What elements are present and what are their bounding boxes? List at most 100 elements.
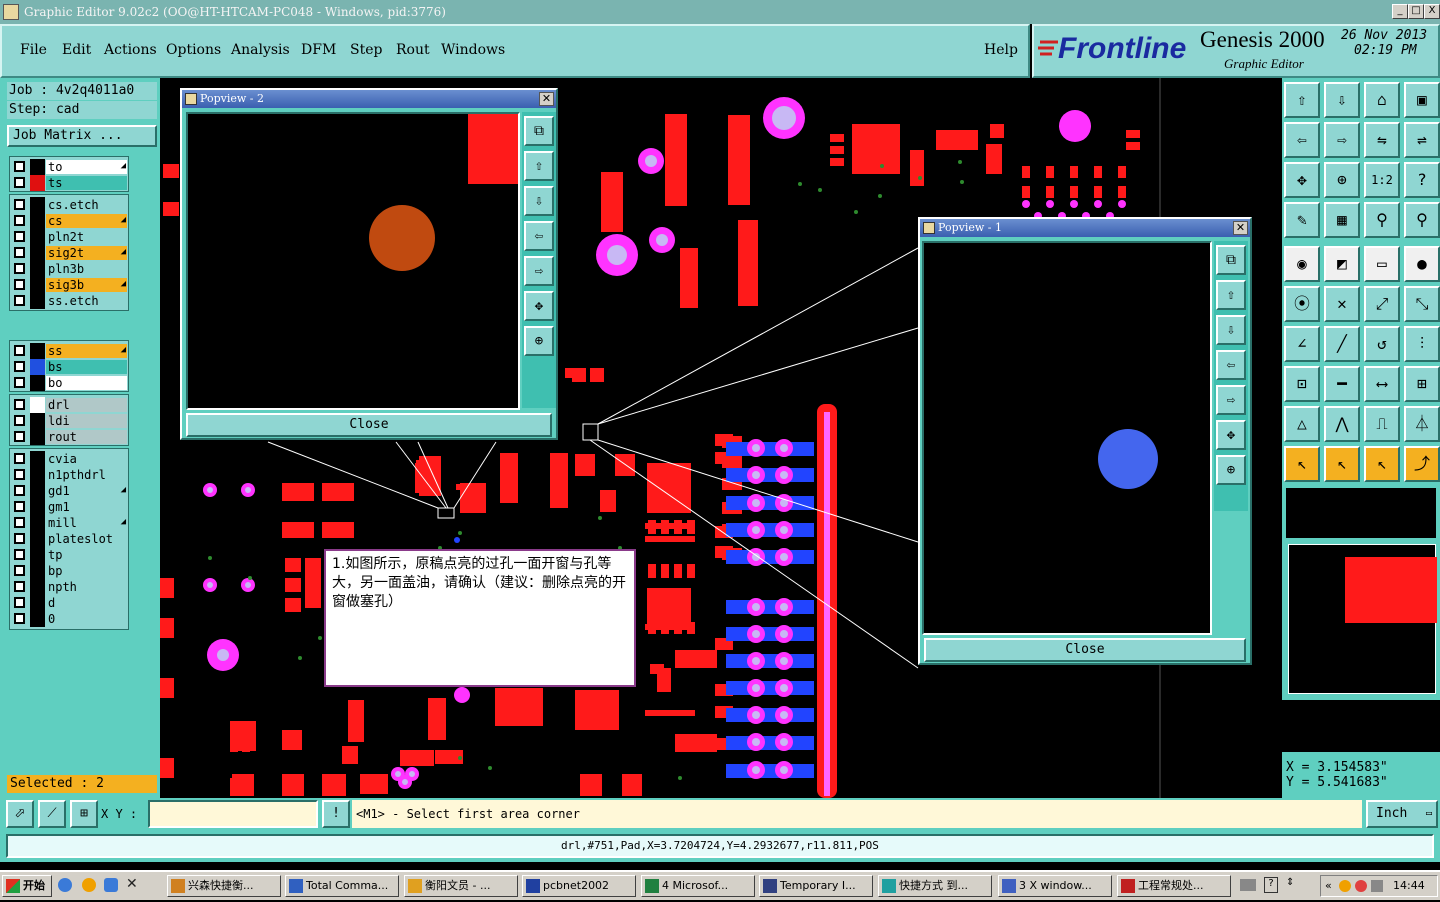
layer-row-d[interactable]: d [10,595,130,611]
layer-color-swatch[interactable] [30,413,45,429]
zoom-ratio-icon[interactable]: 1:2 [1364,162,1400,198]
layer-color-swatch[interactable] [30,197,45,213]
pan-up-icon[interactable]: ⇧ [1284,82,1320,118]
layer-row-plateslot[interactable]: plateslot [10,531,130,547]
layer-checkbox[interactable] [14,613,25,624]
layer-row-mill[interactable]: mill ◢ [10,515,130,531]
bar-icon[interactable]: ━ [1324,366,1360,402]
layer-name[interactable]: pln2t [46,230,127,244]
taskbar-item[interactable]: 3 X window... [998,875,1112,897]
layer-row-ldi[interactable]: ldi [10,413,130,429]
circle-icon[interactable]: ● [1404,246,1440,282]
layer-name[interactable]: ss.etch [46,294,127,308]
feature-icon[interactable]: ◩ [1324,246,1360,282]
layer-checkbox[interactable] [14,247,25,258]
tray-app-icon[interactable] [1339,880,1351,892]
layer-name[interactable]: gd1 [46,484,127,498]
draw-tool-icon[interactable]: ✎ [1284,202,1320,238]
layer-checkbox[interactable] [14,485,25,496]
layer-row-bp[interactable]: bp [10,563,130,579]
layer-color-swatch[interactable] [30,563,45,579]
layer-row-ts[interactable]: ts [10,175,130,191]
taskbar-item[interactable]: 4 Microsof... [641,875,755,897]
snap-icon[interactable]: ⬀ [6,800,34,828]
pan-up-icon[interactable]: ⇧ [524,151,554,181]
redo-view-icon[interactable]: ⇌ [1404,122,1440,158]
select-pointer-icon[interactable]: ↖ [1284,446,1320,482]
layer-checkbox[interactable] [14,549,25,560]
maximize-button[interactable]: □ [1408,4,1424,19]
pan-down-icon[interactable]: ⇩ [1216,315,1246,345]
layer-name[interactable]: cs.etch [46,198,127,212]
bridge-icon[interactable]: ⏃ [1404,406,1440,442]
alert-icon[interactable]: ! [322,800,350,828]
layer-name[interactable]: 0 [46,612,127,626]
pan-left-icon[interactable]: ⇦ [524,221,554,251]
layer-checkbox[interactable] [14,517,25,528]
menu-analysis[interactable]: Analysis [231,42,290,58]
layer-color-swatch[interactable] [30,359,45,375]
menu-edit[interactable]: Edit [62,42,91,58]
layer-name[interactable]: bo [46,376,127,390]
layer-checkbox[interactable] [14,453,25,464]
zoom-in-icon[interactable]: ✥ [1216,420,1246,450]
layer-filter-icon[interactable]: ⚲ [1364,202,1400,238]
layer-name[interactable]: mill [46,516,127,530]
layer-name[interactable]: drl [46,398,127,412]
layer-row-bo[interactable]: bo [10,375,130,391]
tray-antivirus-icon[interactable] [1355,880,1367,892]
layer-color-swatch[interactable] [30,451,45,467]
layer-name[interactable]: npth [46,580,127,594]
layer-color-swatch[interactable] [30,175,45,191]
keyboard-icon[interactable] [1240,879,1256,891]
layer-name[interactable]: bp [46,564,127,578]
layer-color-swatch[interactable] [30,429,45,445]
layer-color-swatch[interactable] [30,213,45,229]
layer-name[interactable]: to [46,160,127,174]
menu-windows[interactable]: Windows [441,42,505,58]
layer-color-swatch[interactable] [30,343,45,359]
taskbar-item[interactable]: 衡阳文员 - ... [404,875,518,897]
taskbar-item[interactable]: 工程常规处... [1117,875,1231,897]
pan-right-icon[interactable]: ⇨ [1324,122,1360,158]
layer-row-pln2t[interactable]: pln2t [10,229,130,245]
layer-name[interactable]: cs [46,214,127,228]
pan-left-icon[interactable]: ⇦ [1284,122,1320,158]
angle-icon[interactable]: ∠ [1284,326,1320,362]
layer-color-swatch[interactable] [30,277,45,293]
line-icon[interactable]: ╱ [1324,326,1360,362]
layer-color-swatch[interactable] [30,547,45,563]
pad-icon[interactable]: ◉ [1284,246,1320,282]
taskbar-item[interactable]: 兴森快捷衡... [167,875,281,897]
layer-row-sig2t[interactable]: sig2t ◢ [10,245,130,261]
layer-checkbox[interactable] [14,279,25,290]
window-icon[interactable]: ▣ [1404,82,1440,118]
cross-icon[interactable]: ✕ [1324,286,1360,322]
tray-network-icon[interactable] [1371,880,1383,892]
split-icon[interactable]: ⫶ [1404,326,1440,362]
popview-2-canvas[interactable] [186,112,520,410]
layer-name[interactable]: tp [46,548,127,562]
layer-name[interactable]: sig2t [46,246,127,260]
select-pointer-alt-icon[interactable]: ↖ [1324,446,1360,482]
stretch-icon[interactable]: ⤡ [1404,286,1440,322]
layer-checkbox[interactable] [14,469,25,480]
layer-color-swatch[interactable] [30,611,45,627]
popview-2-close-x[interactable]: ✕ [539,92,554,106]
menu-help[interactable]: Help [984,42,1018,58]
layer-row-drl[interactable]: drl [10,397,130,413]
pan-down-icon[interactable]: ⇩ [524,186,554,216]
zoom-fit-icon[interactable]: ⧉ [1216,245,1246,275]
undo-view-icon[interactable]: ⇋ [1364,122,1400,158]
layer-color-swatch[interactable] [30,467,45,483]
layer-row-ss[interactable]: ss ◢ [10,343,130,359]
grid-icon[interactable]: ⊞ [70,800,98,828]
zoom-home-icon[interactable]: ⊕ [1324,162,1360,198]
layer-color-swatch[interactable] [30,579,45,595]
zoom-fit-icon[interactable]: ⧉ [524,116,554,146]
move-icon[interactable]: ⤢ [1364,286,1400,322]
zoom-out-icon[interactable]: ⊕ [1216,455,1246,485]
layer-checkbox[interactable] [14,399,25,410]
layer-checkbox[interactable] [14,161,25,172]
layer-row-gd1[interactable]: gd1 ◢ [10,483,130,499]
